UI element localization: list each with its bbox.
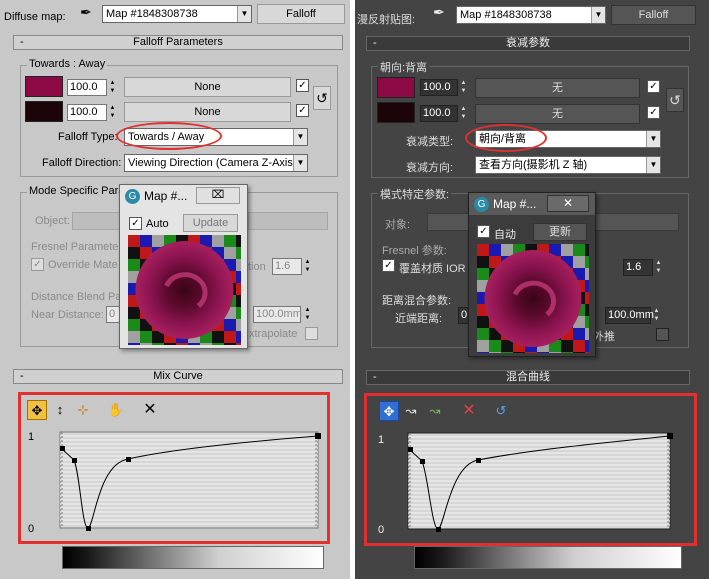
spinner-arrows-icon[interactable]: ▲ ▼: [303, 306, 312, 323]
away-map-button[interactable]: None: [124, 102, 291, 122]
towards-color-swatch[interactable]: [377, 77, 415, 98]
away-value-input[interactable]: 100.0: [67, 104, 107, 121]
object-label: 对象:: [385, 219, 411, 231]
highlight-ellipse: [465, 124, 547, 152]
update-button[interactable]: Update: [183, 214, 238, 232]
fresnel-parameters-label: Fresnel Parameter: [31, 241, 123, 253]
falloff-type-button[interactable]: Falloff: [257, 4, 345, 24]
spinner-arrows-icon[interactable]: ▲ ▼: [108, 79, 117, 96]
spinner-arrows-icon[interactable]: ▲ ▼: [459, 105, 468, 122]
spinner-arrows-icon[interactable]: ▲ ▼: [108, 104, 117, 121]
spinner-arrows-icon[interactable]: ▲ ▼: [459, 79, 468, 96]
object-pick-button-end: [248, 212, 328, 230]
falloff-type-label: 衰减类型:: [406, 136, 454, 148]
highlight-ellipse: [116, 122, 222, 150]
far-distance-input[interactable]: 100.0mm: [605, 307, 654, 324]
swap-colors-icon[interactable]: ↺: [666, 88, 684, 112]
near-distance-input[interactable]: 0: [106, 306, 120, 323]
towards-map-enabled-checkbox[interactable]: ✓: [647, 80, 660, 93]
towards-map-button[interactable]: 无: [475, 78, 640, 98]
eyedropper-icon[interactable]: ✒: [433, 4, 451, 22]
3dsmax-app-icon: G: [474, 197, 489, 212]
towards-color-swatch[interactable]: [25, 76, 63, 97]
fresnel-parameters-label: Fresnel 参数:: [382, 245, 447, 257]
spinner-arrows-icon[interactable]: ▲ ▼: [654, 259, 663, 276]
distance-blend-label: Distance Blend Pa: [31, 291, 122, 303]
mix-curve-rollout[interactable]: - Mix Curve: [13, 369, 343, 384]
map-name-dropdown[interactable]: Map #1848308738 ▼: [102, 5, 252, 23]
diffuse-map-label: 漫反射贴图:: [357, 14, 416, 26]
falloff-parameters-rollout[interactable]: - Falloff Parameters: [13, 35, 343, 50]
extrapolate-checkbox[interactable]: [656, 328, 669, 341]
near-distance-label: 近端距离:: [395, 313, 443, 325]
chevron-down-icon: ▼: [646, 131, 660, 147]
falloff-type-label: Falloff Type:: [58, 131, 118, 143]
english-panel: Diffuse map: ✒ Map #1848308738 ▼ Falloff …: [0, 0, 350, 579]
override-ior-checkbox[interactable]: ✓: [31, 258, 44, 271]
object-label: Object:: [35, 215, 70, 227]
ior-input[interactable]: 1.6: [272, 258, 302, 275]
distance-blend-label: 距离混合参数:: [382, 295, 452, 307]
diffuse-map-label: Diffuse map:: [4, 11, 66, 23]
away-color-swatch[interactable]: [377, 102, 415, 123]
near-distance-label: Near Distance:: [31, 309, 104, 321]
chevron-down-icon: ▼: [293, 155, 307, 171]
chevron-down-icon: ▼: [237, 6, 251, 22]
towards-map-enabled-checkbox[interactable]: ✓: [296, 79, 309, 92]
override-ior-label: 覆盖材质 IOR: [399, 263, 466, 275]
extrapolate-checkbox[interactable]: [305, 327, 318, 340]
falloff-direction-dropdown[interactable]: Viewing Direction (Camera Z-Axis) ▼: [124, 154, 308, 172]
close-icon[interactable]: ✕: [547, 195, 589, 212]
output-gradient-bar: [414, 546, 682, 569]
auto-update-checkbox[interactable]: ✓: [477, 225, 490, 238]
chevron-down-icon: ▼: [646, 157, 660, 173]
away-value-input[interactable]: 100.0: [420, 105, 458, 122]
update-button[interactable]: 更新: [533, 223, 587, 241]
chevron-down-icon: ▼: [293, 129, 307, 145]
sample-sphere-preview: [477, 244, 589, 353]
close-icon[interactable]: ⌧: [196, 187, 240, 204]
ior-label-fragment: tion: [248, 261, 266, 273]
falloff-type-button[interactable]: Falloff: [611, 5, 696, 25]
map-name-dropdown[interactable]: Map #1848308738 ▼: [456, 6, 606, 24]
away-color-swatch[interactable]: [25, 101, 63, 122]
spinner-arrows-icon[interactable]: ▲ ▼: [303, 258, 312, 275]
override-ior-label: Override Mate: [48, 259, 118, 271]
away-map-enabled-checkbox[interactable]: ✓: [296, 104, 309, 117]
highlight-rectangle: [18, 392, 330, 544]
towards-value-input[interactable]: 100.0: [420, 79, 458, 96]
object-pick-button: [427, 213, 472, 231]
sample-sphere-preview: [128, 235, 241, 345]
away-map-enabled-checkbox[interactable]: ✓: [647, 106, 660, 119]
object-pick-button-end: [595, 213, 679, 231]
override-ior-checkbox[interactable]: ✓: [382, 259, 395, 272]
map-preview-window: Map #... G ✕ ✓ 自动 更新: [468, 192, 596, 357]
falloff-direction-label: Falloff Direction:: [42, 157, 122, 169]
extrapolate-label: 外推: [593, 331, 615, 343]
eyedropper-icon[interactable]: ✒: [80, 4, 98, 22]
auto-label: Auto: [146, 218, 169, 230]
away-map-button[interactable]: 无: [475, 104, 640, 124]
output-gradient-bar: [62, 546, 324, 569]
far-distance-input[interactable]: 100.0mm: [253, 306, 302, 323]
spinner-arrows-icon[interactable]: ▲ ▼: [652, 307, 661, 324]
object-pick-button: [72, 212, 122, 230]
chevron-down-icon: ▼: [591, 7, 605, 23]
auto-update-checkbox[interactable]: ✓: [129, 217, 142, 230]
map-preview-window: Map #... G ⌧ ✓ Auto Update: [119, 184, 248, 349]
towards-map-button[interactable]: None: [124, 77, 291, 97]
extrapolate-label: xtrapolate: [249, 328, 298, 340]
auto-label: 自动: [494, 229, 516, 241]
falloff-direction-label: 衰减方向:: [406, 162, 454, 174]
3dsmax-app-icon: G: [125, 189, 140, 204]
towards-value-input[interactable]: 100.0: [67, 79, 107, 96]
chinese-panel: 漫反射贴图: ✒ Map #1848308738 ▼ Falloff - 衰减参数 …: [355, 0, 709, 579]
ior-input[interactable]: 1.6: [623, 259, 653, 276]
falloff-direction-dropdown[interactable]: 查看方向(摄影机 Z 轴) ▼: [475, 156, 661, 174]
highlight-rectangle: [364, 393, 697, 546]
falloff-parameters-rollout[interactable]: - 衰减参数: [366, 36, 690, 51]
swap-colors-icon[interactable]: ↺: [313, 86, 331, 110]
mix-curve-rollout[interactable]: - 混合曲线: [366, 370, 690, 385]
